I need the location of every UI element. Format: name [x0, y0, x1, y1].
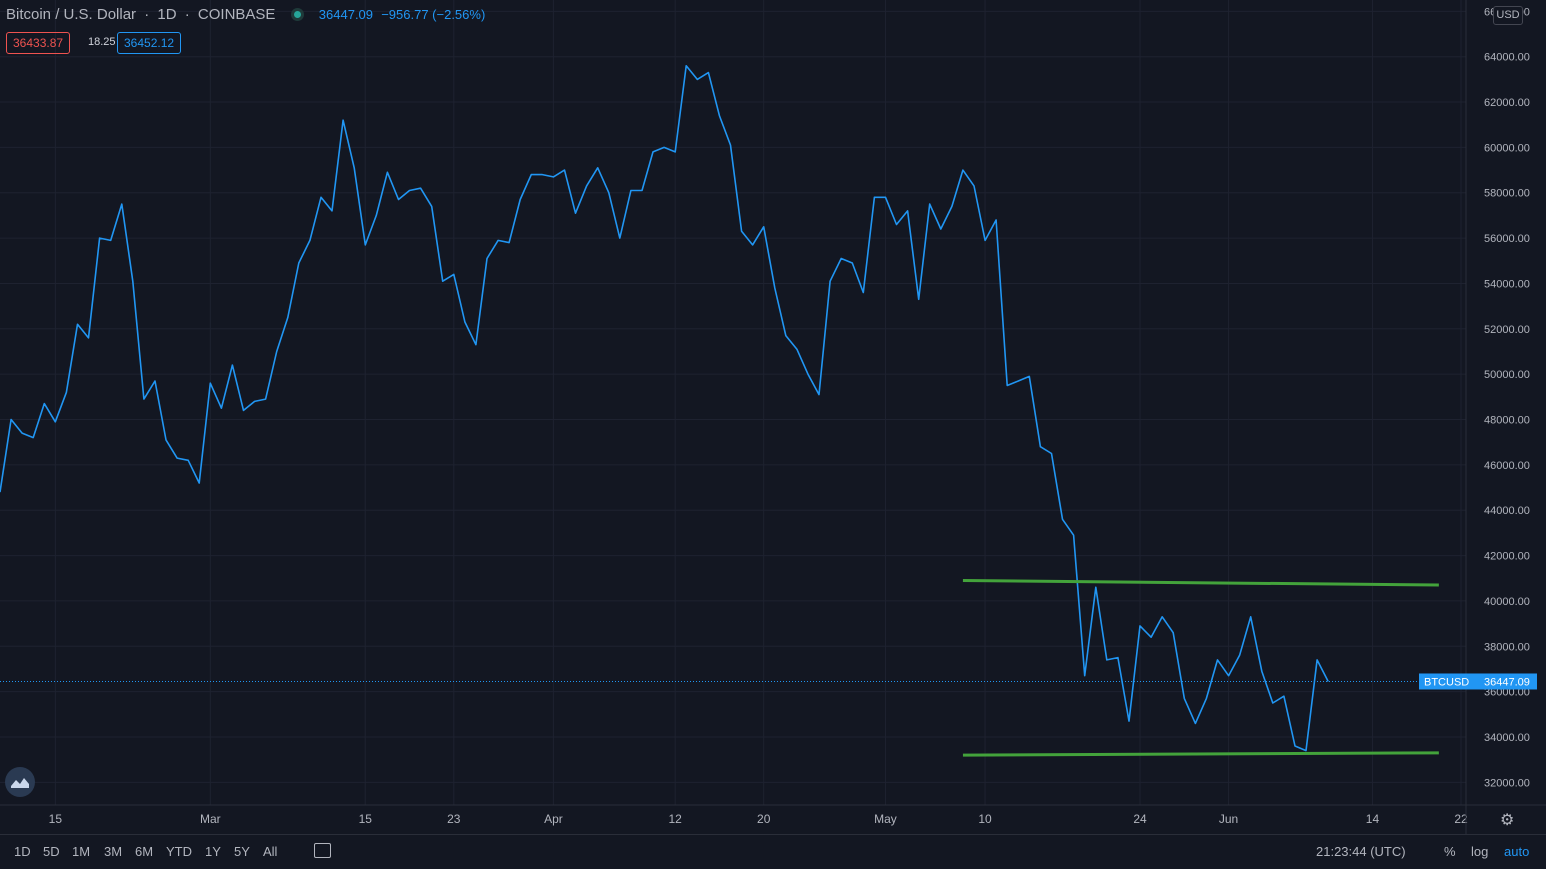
y-tick-label: 54000.00 [1484, 278, 1530, 290]
y-tick-label: 44000.00 [1484, 505, 1530, 517]
percent-toggle[interactable]: % [1444, 844, 1456, 859]
y-tick-label: 38000.00 [1484, 641, 1530, 653]
last-price: 36447.09 [319, 7, 373, 22]
x-tick-label: 10 [978, 812, 992, 826]
currency-button[interactable]: USD [1493, 6, 1523, 25]
bottom-toolbar [0, 834, 1546, 869]
y-tick-label: 50000.00 [1484, 369, 1530, 381]
y-tick-label: 56000.00 [1484, 233, 1530, 245]
spread-value: 18.25 [82, 32, 122, 52]
range-1d[interactable]: 1D [14, 844, 31, 859]
y-tick-label: 64000.00 [1484, 52, 1530, 64]
x-tick-label: 15 [359, 812, 373, 826]
price-chart[interactable]: 32000.0034000.0036000.0038000.0040000.00… [0, 0, 1546, 868]
symbol-name[interactable]: Bitcoin / U.S. Dollar [6, 6, 136, 23]
y-tick-label: 62000.00 [1484, 97, 1530, 109]
range-all[interactable]: All [263, 844, 277, 859]
market-status-icon [294, 11, 301, 18]
tradingview-logo-icon[interactable] [5, 767, 35, 797]
range-ytd[interactable]: YTD [166, 844, 192, 859]
range-1y[interactable]: 1Y [205, 844, 221, 859]
calendar-icon[interactable] [314, 843, 331, 858]
y-tick-label: 32000.00 [1484, 777, 1530, 789]
range-1m[interactable]: 1M [72, 844, 90, 859]
x-tick-label: Jun [1219, 812, 1238, 826]
settings-gear-icon[interactable]: ⚙ [1500, 810, 1514, 830]
x-tick-label: May [874, 812, 897, 826]
x-tick-label: Mar [200, 812, 221, 826]
range-5d[interactable]: 5D [43, 844, 60, 859]
x-tick-label: 14 [1366, 812, 1380, 826]
utc-clock[interactable]: 21:23:44 (UTC) [1316, 844, 1406, 859]
y-tick-label: 34000.00 [1484, 732, 1530, 744]
price-tag-symbol: BTCUSD [1424, 676, 1469, 688]
y-tick-label: 58000.00 [1484, 188, 1530, 200]
price-series-line [0, 66, 1328, 751]
price-change: −956.77 (−2.56%) [381, 7, 485, 22]
y-tick-label: 48000.00 [1484, 415, 1530, 427]
exchange-label: COINBASE [198, 6, 276, 23]
x-tick-label: 23 [447, 812, 461, 826]
x-tick-label: 20 [757, 812, 771, 826]
ask-price-box[interactable]: 36452.12 [117, 32, 181, 54]
price-tag-value: 36447.09 [1484, 676, 1530, 688]
x-tick-label: Apr [544, 812, 563, 826]
y-tick-label: 52000.00 [1484, 324, 1530, 336]
range-3m[interactable]: 3M [104, 844, 122, 859]
bid-price-box[interactable]: 36433.87 [6, 32, 70, 54]
y-tick-label: 40000.00 [1484, 596, 1530, 608]
price-tag: BTCUSD 36447.09 [1419, 673, 1537, 689]
y-tick-label: 46000.00 [1484, 460, 1530, 472]
chart-header: Bitcoin / U.S. Dollar · 1D · COINBASE 36… [6, 6, 485, 23]
log-toggle[interactable]: log [1471, 844, 1488, 859]
x-tick-label: 24 [1133, 812, 1147, 826]
range-5y[interactable]: 5Y [234, 844, 250, 859]
x-tick-label: 12 [668, 812, 682, 826]
y-tick-label: 42000.00 [1484, 551, 1530, 563]
x-tick-label: 15 [49, 812, 63, 826]
y-tick-label: 60000.00 [1484, 142, 1530, 154]
resistance-trendline [963, 581, 1439, 586]
interval-label[interactable]: 1D [157, 6, 176, 23]
range-6m[interactable]: 6M [135, 844, 153, 859]
auto-toggle[interactable]: auto [1504, 844, 1529, 859]
support-trendline [963, 753, 1439, 755]
